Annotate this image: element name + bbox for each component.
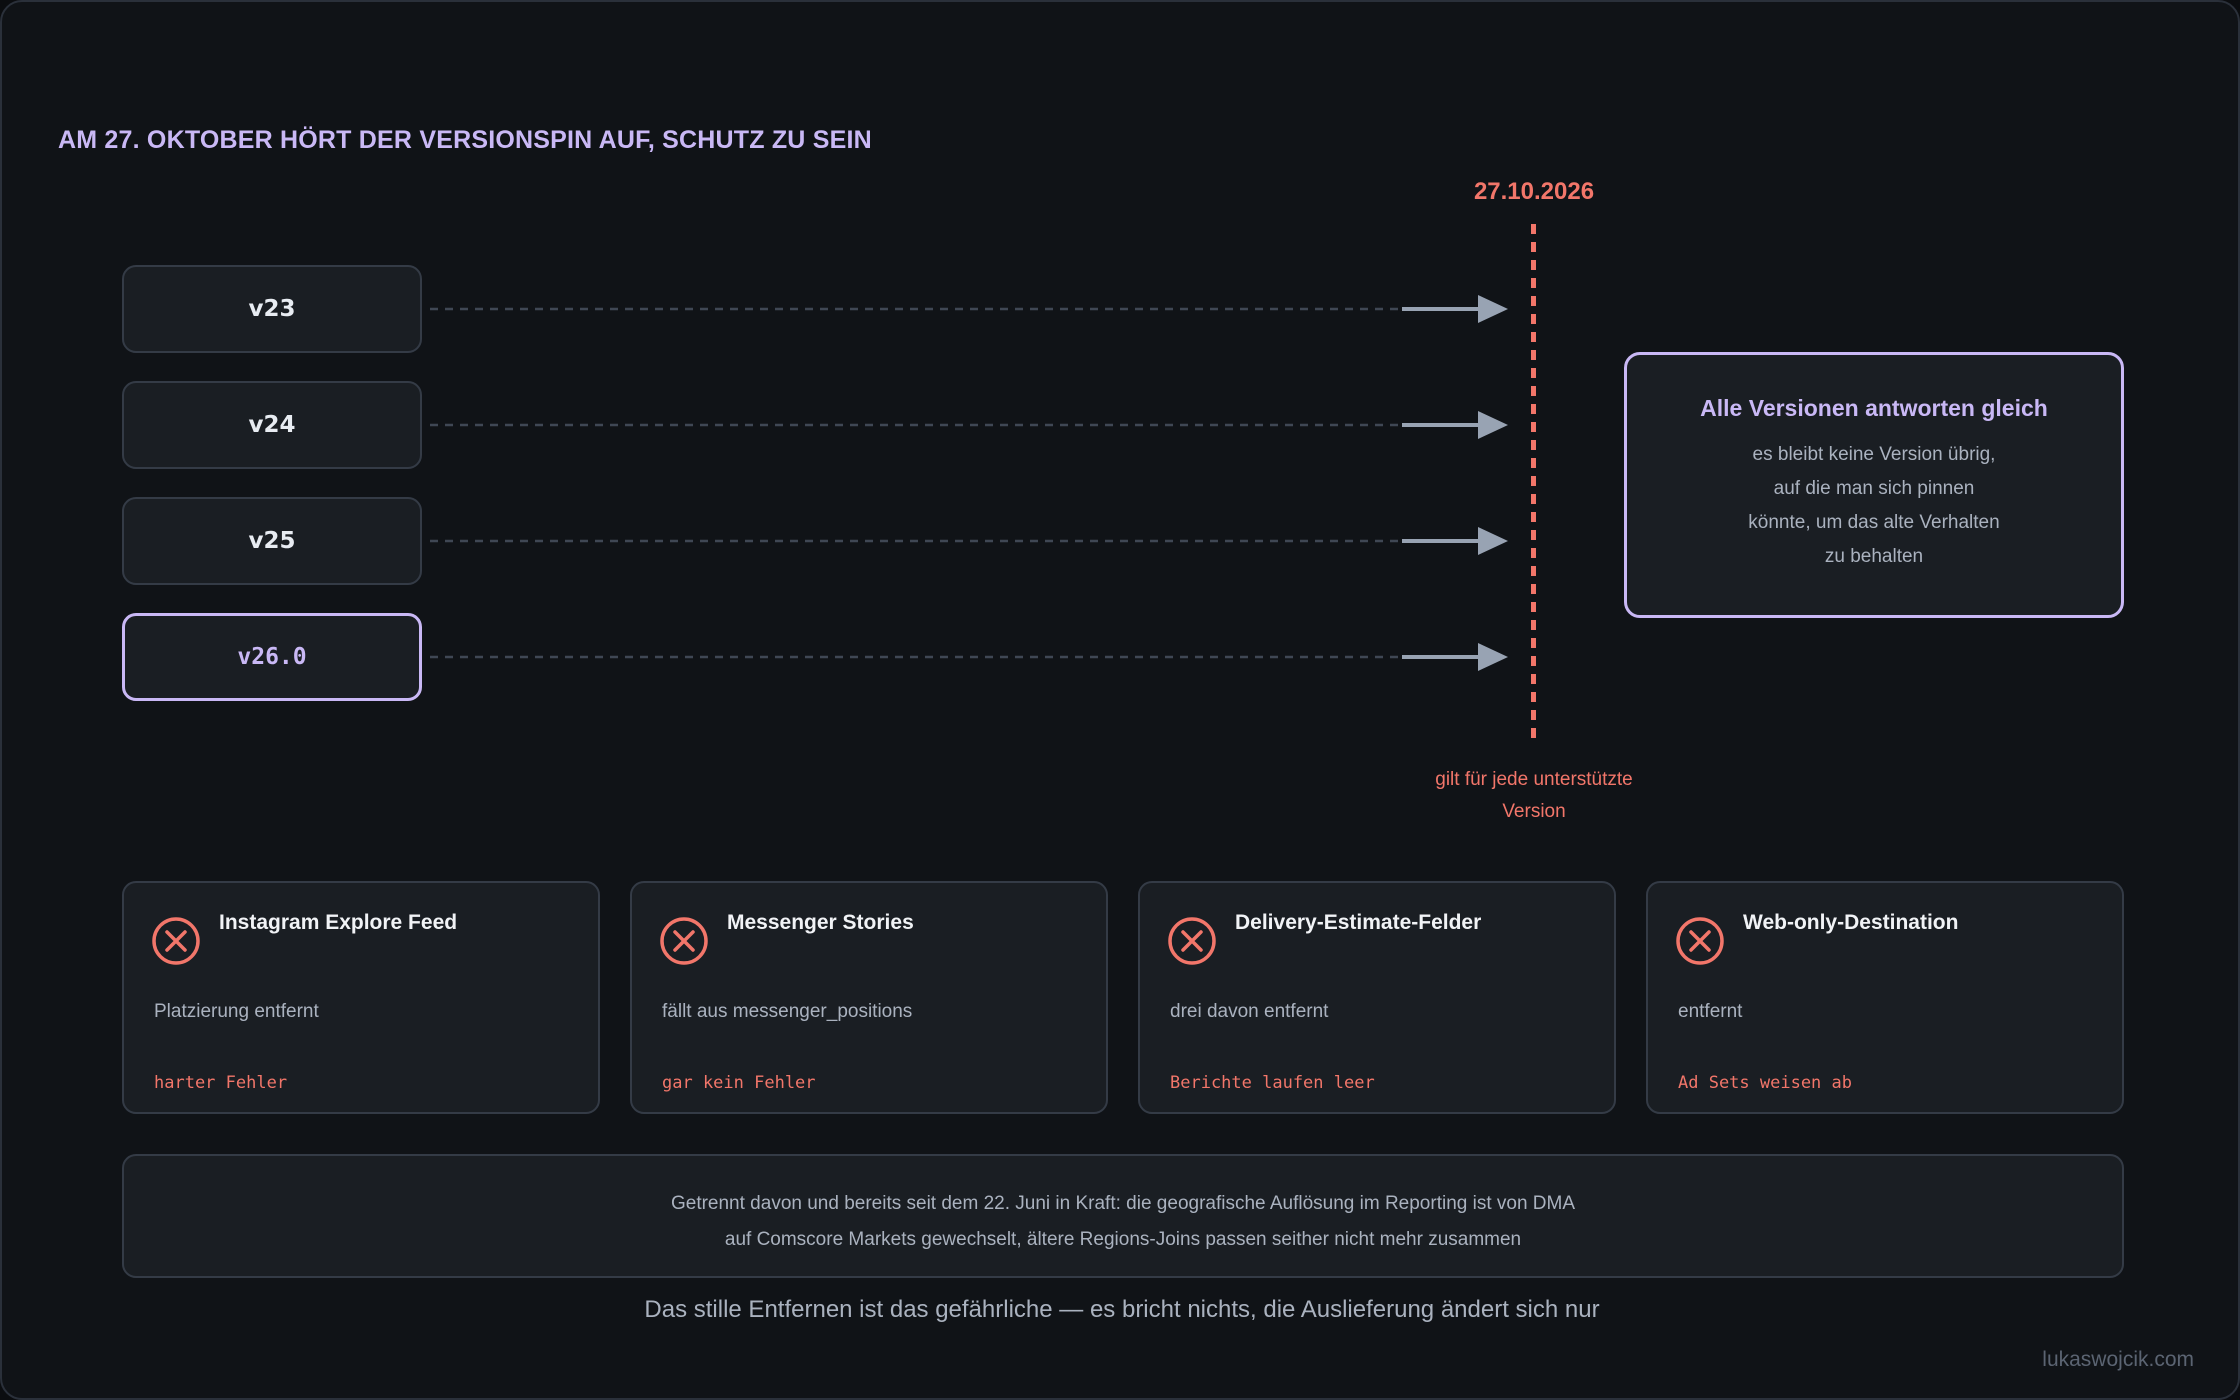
card-title: Messenger Stories [727,911,914,934]
card-description: entfernt [1678,1001,1743,1022]
callout-line: könnte, um das alte Verhalten [1748,512,2000,533]
arrow-v23 [430,295,1508,323]
card-description: fällt aus messenger_positions [662,1001,913,1022]
deadline-date: 27.10.2026 [1473,178,1595,205]
geo-resolution-note: Getrennt davon und bereits seit dem 22. … [122,1154,2124,1278]
version-box-v24: v24 [122,381,422,469]
card-description: drei davon entfernt [1170,1001,1329,1022]
card-impact: harter Fehler [154,1073,288,1093]
change-card-web-only-destination: Web-only-Destination entfernt Ad Sets we… [1646,881,2124,1114]
deadline-note-line: gilt für jede unterstützte [1435,769,1633,790]
change-card-instagram-explore: Instagram Explore Feed Platzierung entfe… [122,881,600,1114]
arrow-v24 [430,411,1508,439]
arrow-v25 [430,527,1508,555]
x-circle-icon [660,917,708,965]
callout-box: Alle Versionen antworten gleich es bleib… [1624,352,2124,618]
card-title: Web-only-Destination [1743,911,1959,934]
headline: AM 27. OKTOBER HÖRT DER VERSIONSPIN AUF,… [58,126,872,154]
card-impact: Ad Sets weisen ab [1678,1073,1852,1093]
callout-line: zu behalten [1824,546,1924,567]
note-line: Getrennt davon und bereits seit dem 22. … [670,1193,1576,1214]
change-card-messenger-stories: Messenger Stories fällt aus messenger_po… [630,881,1108,1114]
card-title: Delivery-Estimate-Felder [1235,911,1482,934]
version-box-v23: v23 [122,265,422,353]
version-box-v26-current: v26.0 [122,613,422,701]
deadline-note: gilt für jede unterstützte Version [1398,764,1670,828]
x-circle-icon [152,917,200,965]
note-line: auf Comscore Markets gewechselt, ältere … [724,1229,1522,1250]
change-card-delivery-estimate: Delivery-Estimate-Felder drei davon entf… [1138,881,1616,1114]
arrow-v26 [430,643,1508,671]
card-title: Instagram Explore Feed [219,911,458,934]
callout-line: auf die man sich pinnen [1773,478,1975,499]
deadline-marker-line [1531,224,1536,742]
diagram-frame: AM 27. OKTOBER HÖRT DER VERSIONSPIN AUF,… [0,0,2240,1400]
deadline-note-line: Version [1502,801,1566,822]
x-circle-icon [1168,917,1216,965]
version-box-v25: v25 [122,497,422,585]
callout-title: Alle Versionen antworten gleich [1700,395,2048,421]
card-impact: gar kein Fehler [662,1073,816,1093]
callout-line: es bleibt keine Version übrig, [1752,444,1996,465]
card-description: Platzierung entfernt [154,1001,319,1022]
x-circle-icon [1676,917,1724,965]
watermark: lukaswojcik.com [2042,1348,2194,1371]
card-impact: Berichte laufen leer [1170,1073,1375,1093]
summary-text: Das stille Entfernen ist das gefährliche… [644,1296,1600,1323]
